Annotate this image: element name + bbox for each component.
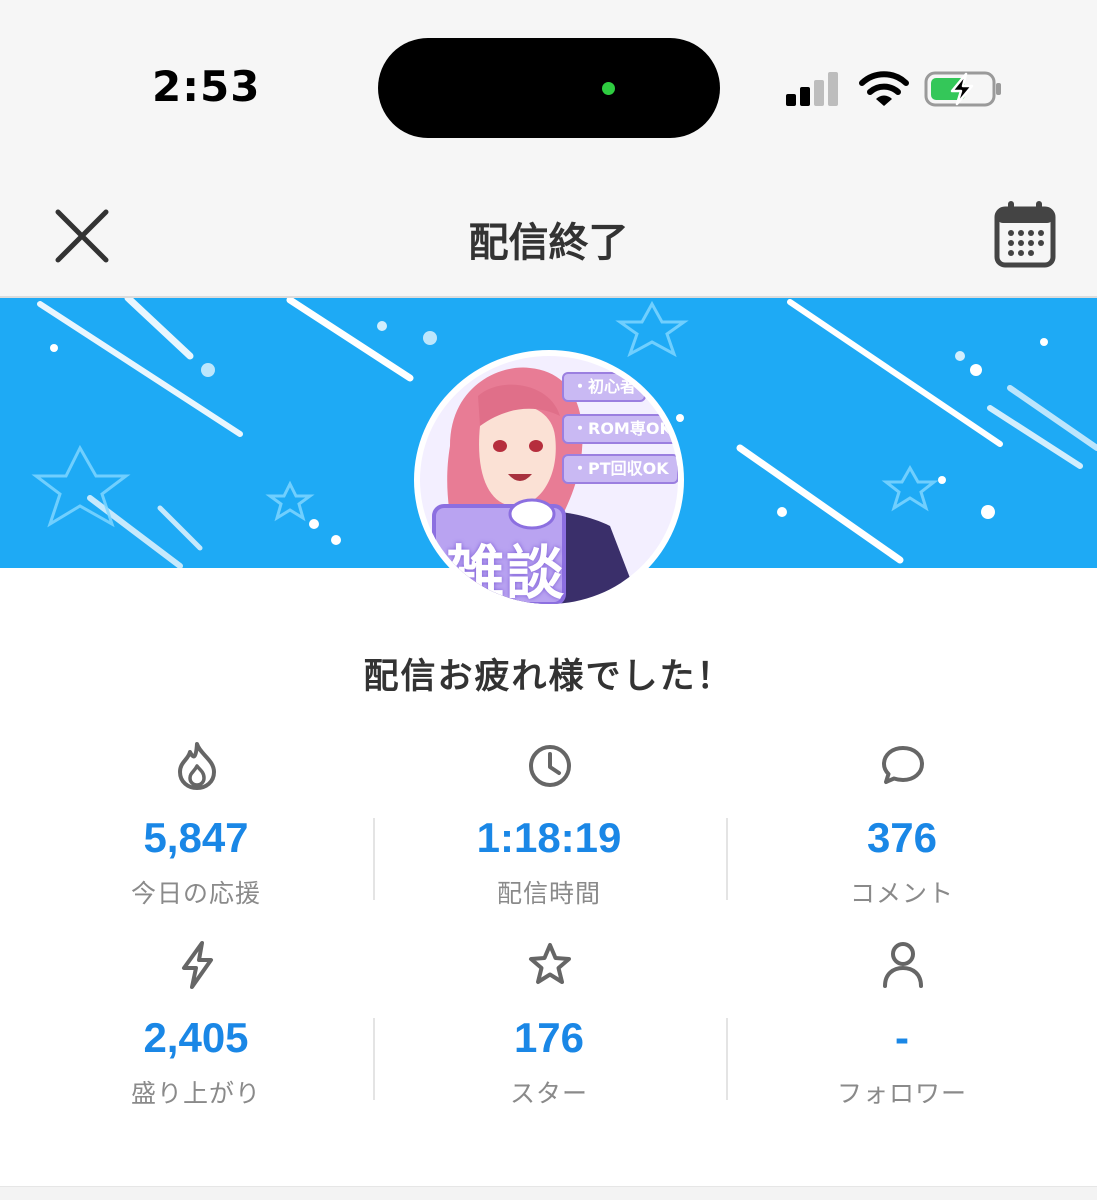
stat-label: 配信時間 bbox=[496, 879, 601, 908]
bottom-separator bbox=[0, 1186, 1097, 1200]
stat-followers: - フォロワー bbox=[726, 940, 1078, 1140]
avatar-tag: ・初心者 bbox=[562, 372, 647, 402]
flame-icon bbox=[178, 742, 216, 790]
stat-duration: 1:18:19 配信時間 bbox=[373, 740, 725, 940]
clock-icon bbox=[529, 745, 571, 787]
comment-icon bbox=[882, 746, 924, 784]
avatar-tag: ・ROM専OK bbox=[562, 414, 678, 444]
thanks-message: 配信お疲れ様でした！ bbox=[363, 657, 734, 697]
nav-header: 配信終了 bbox=[0, 170, 1097, 298]
status-time: 2:53 bbox=[152, 62, 261, 111]
stat-label: コメント bbox=[849, 879, 954, 908]
stat-value: 376 bbox=[866, 814, 938, 861]
stat-value: 176 bbox=[513, 1014, 585, 1061]
stat-label: フォロワー bbox=[836, 1079, 967, 1108]
page-title: 配信終了 bbox=[468, 220, 629, 266]
stat-value: 2,405 bbox=[143, 1014, 249, 1061]
stat-support: 5,847 今日の応援 bbox=[20, 740, 372, 940]
avatar-badge-text: 雑談 bbox=[446, 539, 567, 607]
calendar-icon[interactable] bbox=[994, 200, 1056, 268]
person-icon bbox=[883, 942, 923, 988]
camera-indicator-dot bbox=[602, 82, 615, 95]
stat-excitement: 2,405 盛り上がり bbox=[20, 940, 372, 1140]
stat-value: 5,847 bbox=[143, 814, 249, 861]
stat-comments: 376 コメント bbox=[726, 740, 1078, 940]
stat-label: 盛り上がり bbox=[130, 1079, 261, 1108]
wifi-icon bbox=[859, 71, 909, 106]
stat-label: スター bbox=[509, 1079, 588, 1108]
lightning-icon bbox=[182, 941, 213, 989]
stat-value: 1:18:19 bbox=[476, 814, 622, 861]
status-bar: 2:53 bbox=[0, 0, 1097, 170]
avatar-tag: ・PT回収OK bbox=[562, 454, 678, 484]
stat-label: 今日の応援 bbox=[130, 879, 261, 908]
battery-charging-icon bbox=[924, 71, 1001, 107]
dynamic-island bbox=[378, 38, 720, 138]
star-icon bbox=[529, 943, 571, 984]
streamer-avatar[interactable]: ・初心者 ・ROM専OK ・PT回収OK 雑談 bbox=[414, 350, 684, 610]
stat-value: - bbox=[895, 1014, 909, 1061]
stat-stars: 176 スター bbox=[373, 940, 725, 1140]
cellular-signal-icon bbox=[786, 72, 838, 106]
